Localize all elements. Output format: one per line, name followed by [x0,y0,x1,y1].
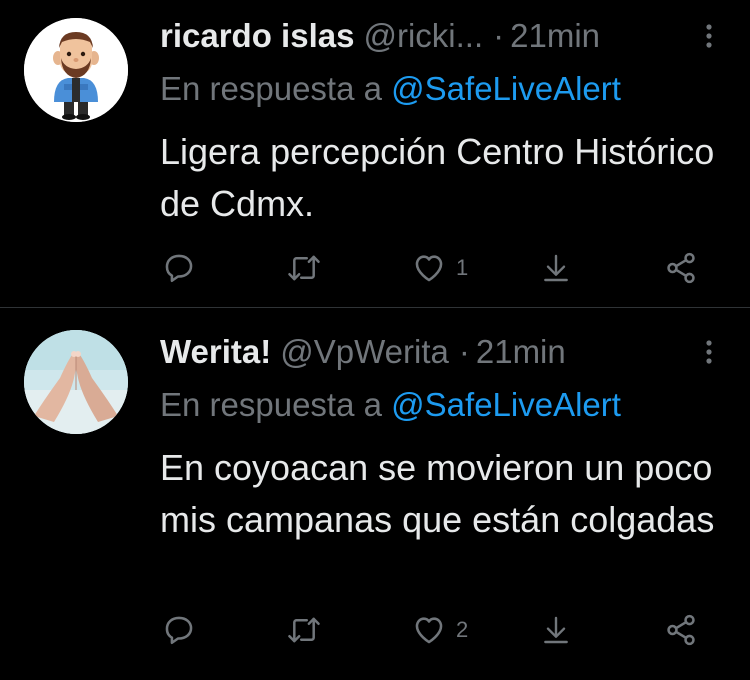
reply-prefix: En respuesta a [160,70,382,107]
tweet-header: Werita! @VpWerita · 21min [160,330,730,374]
timestamp[interactable]: 21min [476,333,566,371]
tweet-header: ricardo islas @ricki... · 21min [160,14,730,58]
reply-context: En respuesta a @SafeLiveAlert [160,386,621,424]
display-name[interactable]: Werita! [160,333,271,371]
reply-icon[interactable] [162,248,196,288]
retweet-icon[interactable] [286,248,322,288]
reply-mention-link[interactable]: @SafeLiveAlert [391,70,621,107]
tweet-text: Ligera percepción Centro Histórico de Cd… [160,131,715,224]
tweet-actions: 2 [0,610,750,650]
like-button[interactable]: 2 [412,610,468,650]
display-name[interactable]: ricardo islas [160,17,354,55]
reply-mention-link[interactable]: @SafeLiveAlert [391,386,621,423]
cartoon-man-avatar-icon [24,18,128,122]
timestamp[interactable]: 21min [510,17,600,55]
heart-icon [412,613,446,647]
reply-prefix: En respuesta a [160,386,382,423]
more-vertical-icon[interactable] [694,336,724,368]
like-count: 1 [456,255,469,280]
tweet[interactable]: Werita! @VpWerita · 21min En respuesta a… [0,308,750,680]
separator: · [493,17,505,54]
heart-icon [412,251,446,285]
user-handle[interactable]: @VpWerita [280,333,449,371]
avatar[interactable] [24,330,128,434]
download-icon[interactable] [540,248,572,288]
share-icon[interactable] [664,248,698,288]
download-icon[interactable] [540,610,572,650]
user-handle[interactable]: @ricki... [363,17,483,55]
reply-icon[interactable] [162,610,196,650]
tweet[interactable]: ricardo islas @ricki... · 21min En respu… [0,0,750,307]
tweet-actions: 1 [0,248,750,288]
like-button[interactable]: 1 [412,248,468,288]
like-count: 2 [456,617,469,642]
feet-photo-avatar-icon [24,330,128,434]
separator: · [458,333,470,370]
share-icon[interactable] [664,610,698,650]
reply-context: En respuesta a @SafeLiveAlert [160,70,621,108]
retweet-icon[interactable] [286,610,322,650]
more-vertical-icon[interactable] [694,20,724,52]
avatar[interactable] [24,18,128,122]
tweet-text: En coyoacan se movieron un poco mis camp… [160,447,715,540]
